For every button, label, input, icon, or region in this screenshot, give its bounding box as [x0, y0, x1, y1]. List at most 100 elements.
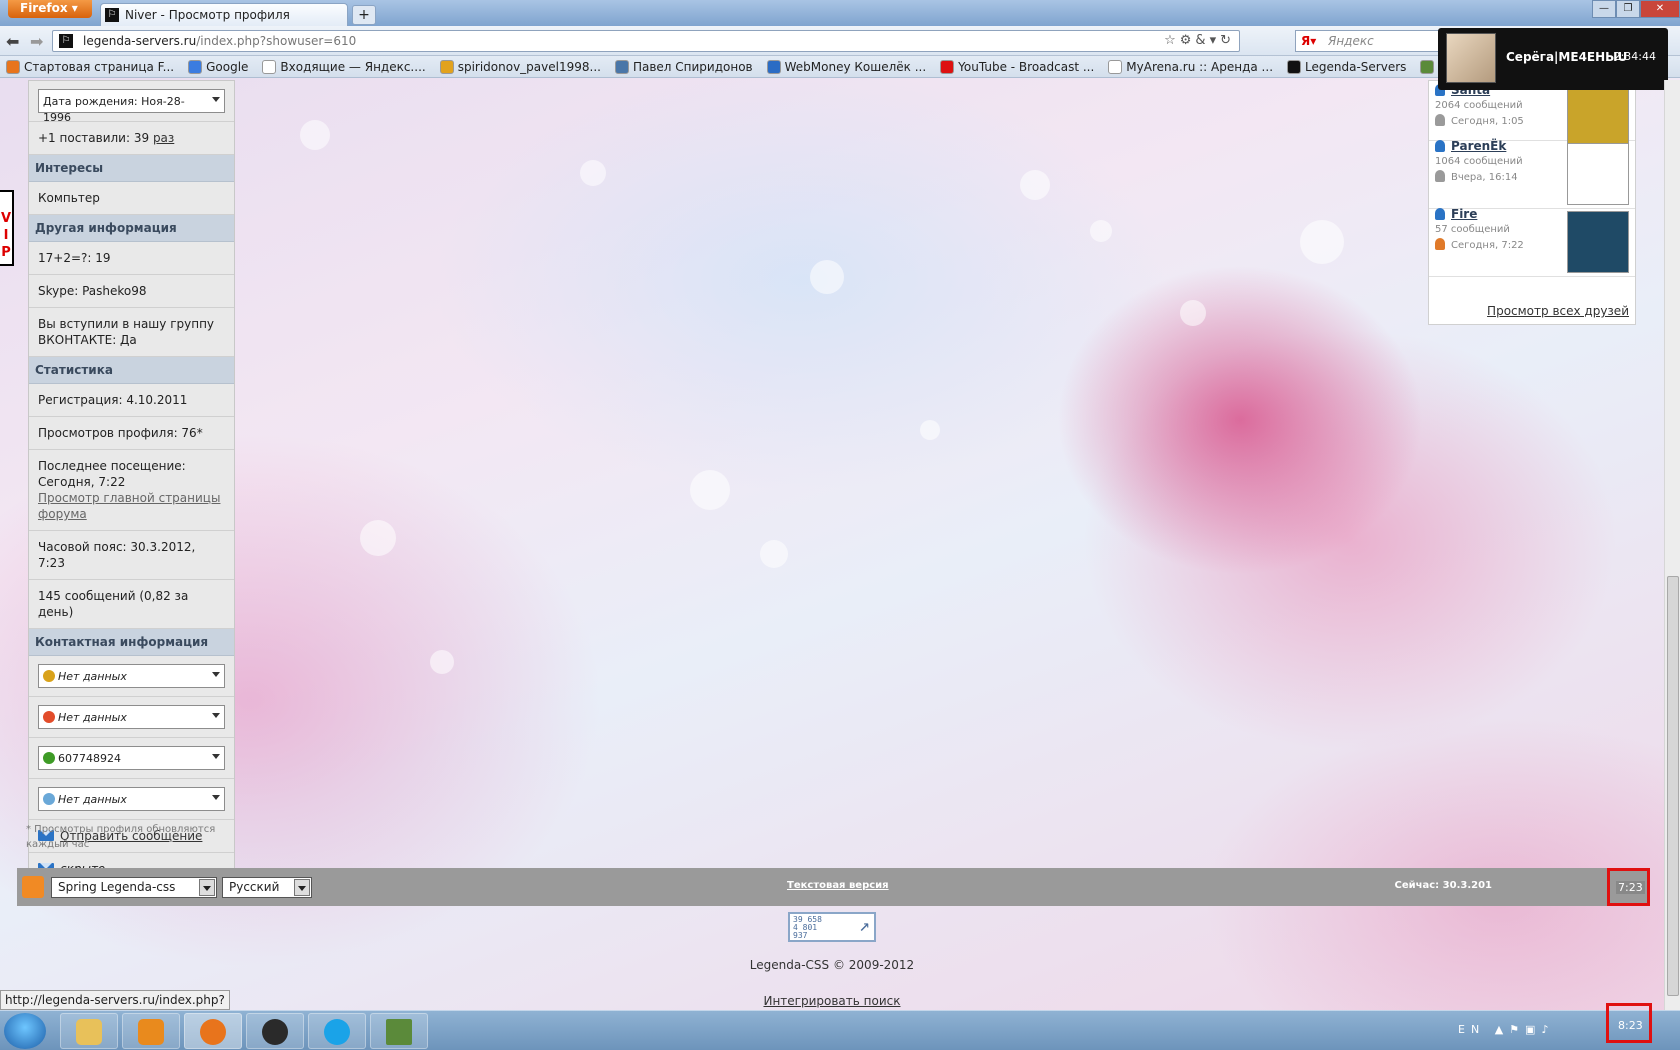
vip-letter: I: [3, 228, 9, 243]
back-arrow-icon[interactable]: ⬅: [6, 32, 19, 51]
contact-value: Нет данных: [58, 711, 127, 724]
page-scrollbar[interactable]: [1664, 80, 1680, 1010]
network-icon[interactable]: ▣: [1525, 1023, 1541, 1036]
contact-select[interactable]: Нет данных: [38, 787, 225, 811]
bookmark-item[interactable]: Входящие — Яндекс....: [262, 59, 426, 74]
taskbar-media-player[interactable]: [122, 1013, 180, 1049]
minecraft-icon: [386, 1019, 412, 1045]
bookmark-item[interactable]: Павел Спиридонов: [614, 59, 753, 74]
reload-icon[interactable]: ↻: [1220, 33, 1235, 48]
site-identity-icon: ⚐: [59, 34, 73, 48]
contact-select[interactable]: Нет данных: [38, 664, 225, 688]
blank-page-icon: [262, 59, 277, 74]
friend-avatar[interactable]: [1567, 211, 1629, 273]
minimize-icon[interactable]: —: [1592, 0, 1616, 18]
birthday-value: Дата рождения: Ноя-28-1996: [43, 95, 185, 124]
friend-name[interactable]: ParenЁk: [1451, 139, 1506, 153]
friend-name[interactable]: Fire: [1451, 207, 1477, 221]
forward-arrow-icon[interactable]: ➡: [30, 32, 43, 51]
chevron-down-icon: [294, 879, 310, 896]
taskbar-explorer[interactable]: [60, 1013, 118, 1049]
language-indicator[interactable]: EN: [1458, 1023, 1485, 1036]
media-player-icon: [138, 1019, 164, 1045]
minecraft-icon: [1420, 59, 1435, 74]
dropdown-icon[interactable]: ▾: [1210, 33, 1221, 48]
msn-icon: [43, 711, 55, 723]
birthday-row: Дата рождения: Ноя-28-1996: [29, 81, 234, 124]
birthday-select[interactable]: Дата рождения: Ноя-28-1996: [38, 89, 225, 124]
liveinternet-counter[interactable]: 39 658 4 801 937 ↗: [788, 912, 876, 942]
friend-item: Fire 57 сообщений Сегодня, 7:22: [1429, 205, 1635, 277]
url-bar[interactable]: ⚐ legenda-servers.ru/index.php?showuser=…: [52, 30, 1240, 52]
integrate-search-link[interactable]: Интегрировать поиск: [700, 994, 964, 1008]
contacts-list: Нет данных Нет данных 607748924 Нет данных: [29, 656, 234, 820]
bookmark-item[interactable]: Стартовая страница F...: [6, 59, 174, 74]
chevron-down-icon: [212, 713, 220, 718]
taskbar-steam[interactable]: [246, 1013, 304, 1049]
rss-icon[interactable]: [22, 876, 44, 898]
bookmark-label: Входящие — Яндекс....: [280, 59, 426, 74]
firefox-icon: [200, 1019, 226, 1045]
firefox-menu-button[interactable]: Firefox ▾: [8, 0, 92, 18]
last-visit: Последнее посещение: Сегодня, 7:22: [38, 459, 186, 489]
start-button[interactable]: [4, 1013, 46, 1049]
bookmarks-toolbar: Стартовая страница F... Google Входящие — …: [0, 56, 1680, 78]
browser-tab-bar: Firefox ▾ ⚐ Niver - Просмотр профиля + —…: [0, 0, 1680, 27]
arrow-up-right-icon: ↗: [859, 915, 870, 936]
show-hidden-icon[interactable]: ▲: [1495, 1023, 1509, 1036]
bookmark-label: spiridonov_pavel1998...: [457, 59, 601, 74]
steam-icon: [262, 1019, 288, 1045]
tab-profile[interactable]: ⚐ Niver - Просмотр профиля: [100, 3, 348, 27]
status-bar-url: http://legenda-servers.ru/index.php?: [0, 990, 230, 1010]
close-icon[interactable]: ✕: [1640, 0, 1680, 18]
notification-time: 2:34:44: [1613, 50, 1656, 63]
notification-contact-name: Серёга|МЕ4ЕНЫU: [1506, 50, 1628, 64]
view-all-friends-link[interactable]: Просмотр всех друзей: [1487, 304, 1629, 318]
plus-one-link[interactable]: раз: [153, 131, 174, 145]
new-tab-button[interactable]: +: [352, 5, 376, 25]
skin-select[interactable]: Spring Legenda-css: [51, 877, 217, 898]
language-select[interactable]: Русский: [222, 877, 312, 898]
contact-select[interactable]: Нет данных: [38, 705, 225, 729]
search-box[interactable]: Я▾ Яндекс: [1295, 30, 1445, 52]
bookmark-item[interactable]: Legenda-Servers: [1287, 59, 1406, 74]
volume-icon[interactable]: ♪: [1541, 1023, 1554, 1036]
last-visit-row: Последнее посещение: Сегодня, 7:22 Просм…: [29, 450, 234, 531]
windows-taskbar: EN ▲⚑▣♪: [0, 1010, 1680, 1050]
bookmark-label: MyArena.ru :: Аренда ...: [1126, 59, 1274, 74]
contact-select[interactable]: 607748924: [38, 746, 225, 770]
taskbar-skype[interactable]: [308, 1013, 366, 1049]
bookmark-item[interactable]: Google: [188, 59, 249, 74]
skype-notification[interactable]: Серёга|МЕ4ЕНЫU 2:34:44: [1438, 28, 1668, 90]
views-footnote: * Просмотры профиля обновляются каждый ч…: [26, 824, 216, 850]
maximize-icon[interactable]: ❐: [1616, 0, 1640, 18]
legenda-favicon-icon: ⚐: [105, 8, 119, 22]
taskbar-minecraft[interactable]: [370, 1013, 428, 1049]
bookmark-item[interactable]: spiridonov_pavel1998...: [439, 59, 601, 74]
bookmark-star-icon[interactable]: ☆: [1164, 33, 1180, 48]
ampersand-icon[interactable]: &: [1195, 33, 1209, 48]
flag-icon[interactable]: ⚑: [1509, 1023, 1525, 1036]
interests-value: Компьтер: [29, 182, 234, 215]
view-forum-index-link[interactable]: Просмотр главной страницы форума: [38, 490, 225, 522]
timezone-value: Часовой пояс: 30.3.2012, 7:23: [29, 531, 234, 580]
user-icon: [1435, 140, 1445, 152]
taskbar-clock-highlight[interactable]: 8:23: [1606, 1003, 1652, 1043]
vip-badge: VIP: [0, 190, 14, 266]
friends-panel: Santa 2064 сообщений Сегодня, 1:05 ParenЁk 1…: [1428, 80, 1636, 325]
taskbar-firefox[interactable]: [184, 1013, 242, 1049]
window-controls: — ❐ ✕: [1592, 0, 1680, 20]
profile-info-panel: Дата рождения: Ноя-28-1996 +1 поставили:…: [28, 80, 235, 886]
forum-clock: 7:23: [1616, 881, 1645, 894]
bookmark-item[interactable]: MyArena.ru :: Аренда ...: [1108, 59, 1274, 74]
bookmark-item[interactable]: WebMoney Кошелёк ...: [766, 59, 926, 74]
folder-icon: [76, 1019, 102, 1045]
section-contacts: Контактная информация: [29, 629, 234, 656]
translate-icon[interactable]: ⚙: [1180, 33, 1196, 48]
friend-avatar[interactable]: [1567, 143, 1629, 205]
scrollbar-thumb[interactable]: [1667, 576, 1679, 996]
bookmark-item[interactable]: YouTube - Broadcast ...: [940, 59, 1094, 74]
text-version-link[interactable]: Текстовая версия: [787, 880, 889, 891]
language-value: Русский: [229, 880, 280, 894]
bookmark-label: Google: [206, 59, 249, 74]
